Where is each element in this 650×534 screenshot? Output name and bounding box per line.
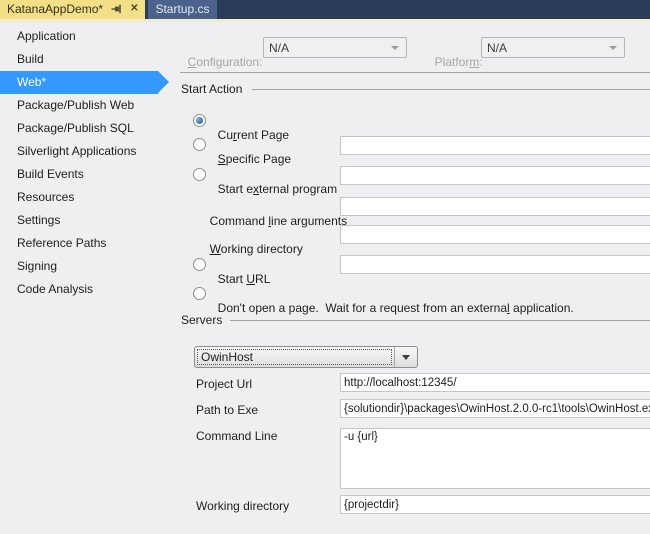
configuration-value: N/A <box>269 40 290 55</box>
server-select-value: OwinHost <box>197 349 392 365</box>
specific-page-radio[interactable] <box>193 138 206 151</box>
servers-section-title: Servers <box>181 313 223 327</box>
start-url-radio[interactable] <box>193 258 206 271</box>
start-action-section-title: Start Action <box>181 82 243 96</box>
specific-page-label: Specific Page <box>217 152 292 166</box>
dont-open-page-radio[interactable] <box>193 287 206 300</box>
start-external-program-radio[interactable] <box>193 168 206 181</box>
document-tab-bar: KatanaAppDemo* ✕ Startup.cs <box>0 0 650 22</box>
start-action-section-rule <box>252 89 650 90</box>
server-select[interactable]: OwinHost <box>194 346 418 368</box>
configuration-label: Configuration: <box>187 55 263 69</box>
sidebar-item-code-analysis[interactable]: Code Analysis <box>0 278 158 301</box>
project-url-label: Project Url <box>196 377 253 391</box>
pin-icon[interactable] <box>111 3 123 15</box>
sidebar-item-resources[interactable]: Resources <box>0 186 158 209</box>
command-line-label: Command Line <box>196 429 278 443</box>
tab-katanaappdemo[interactable]: KatanaAppDemo* ✕ <box>0 0 146 19</box>
tab-title: Startup.cs <box>155 2 210 16</box>
path-to-exe-input[interactable] <box>340 399 650 418</box>
sidebar-item-build-events[interactable]: Build Events <box>0 163 158 186</box>
sidebar-item-settings[interactable]: Settings <box>0 209 158 232</box>
server-select-dropdown-button[interactable] <box>394 347 417 367</box>
sidebar-item-package-publish-web[interactable]: Package/Publish Web <box>0 94 158 117</box>
command-line-arguments-input[interactable] <box>340 197 650 216</box>
chevron-down-icon <box>402 354 410 360</box>
command-line-input[interactable]: -u {url} <box>340 428 650 489</box>
platform-label: Platform: <box>434 55 483 69</box>
start-url-input[interactable] <box>340 255 650 274</box>
tab-title: KatanaAppDemo* <box>7 2 104 16</box>
sidebar-item-application[interactable]: Application <box>0 25 158 48</box>
sidebar-item-package-publish-sql[interactable]: Package/Publish SQL <box>0 117 158 140</box>
current-page-radio[interactable] <box>193 114 206 127</box>
sidebar-item-signing[interactable]: Signing <box>0 255 158 278</box>
start-url-label: Start URL <box>217 272 271 286</box>
project-url-input[interactable] <box>340 373 650 392</box>
close-icon[interactable]: ✕ <box>130 3 138 15</box>
path-to-exe-label: Path to Exe <box>196 403 259 417</box>
start-external-program-label: Start external program <box>217 182 338 196</box>
working-directory-input[interactable] <box>340 225 650 244</box>
platform-select: N/A <box>481 37 625 58</box>
sidebar-item-silverlight-applications[interactable]: Silverlight Applications <box>0 140 158 163</box>
specific-page-input[interactable] <box>340 136 650 155</box>
chevron-down-icon <box>609 45 617 50</box>
server-working-directory-input[interactable] <box>340 495 650 514</box>
tab-startup-cs[interactable]: Startup.cs <box>148 0 217 19</box>
sidebar-item-web[interactable]: Web* <box>0 71 169 94</box>
start-external-program-input[interactable] <box>340 166 650 185</box>
sidebar-item-build[interactable]: Build <box>0 48 158 71</box>
platform-value: N/A <box>487 40 508 55</box>
config-separator <box>180 72 650 73</box>
command-line-arguments-label: Command line arguments <box>209 214 348 228</box>
server-working-directory-label: Working directory <box>196 499 290 513</box>
working-directory-label: Working directory <box>209 242 303 256</box>
configuration-select: N/A <box>263 37 407 58</box>
sidebar-item-reference-paths[interactable]: Reference Paths <box>0 232 158 255</box>
servers-section-rule <box>230 320 650 321</box>
chevron-down-icon <box>391 45 399 50</box>
property-page-sidebar: Application Build Web* Package/Publish W… <box>0 25 172 301</box>
dont-open-page-label: Don't open a page. Wait for a request fr… <box>217 301 574 315</box>
